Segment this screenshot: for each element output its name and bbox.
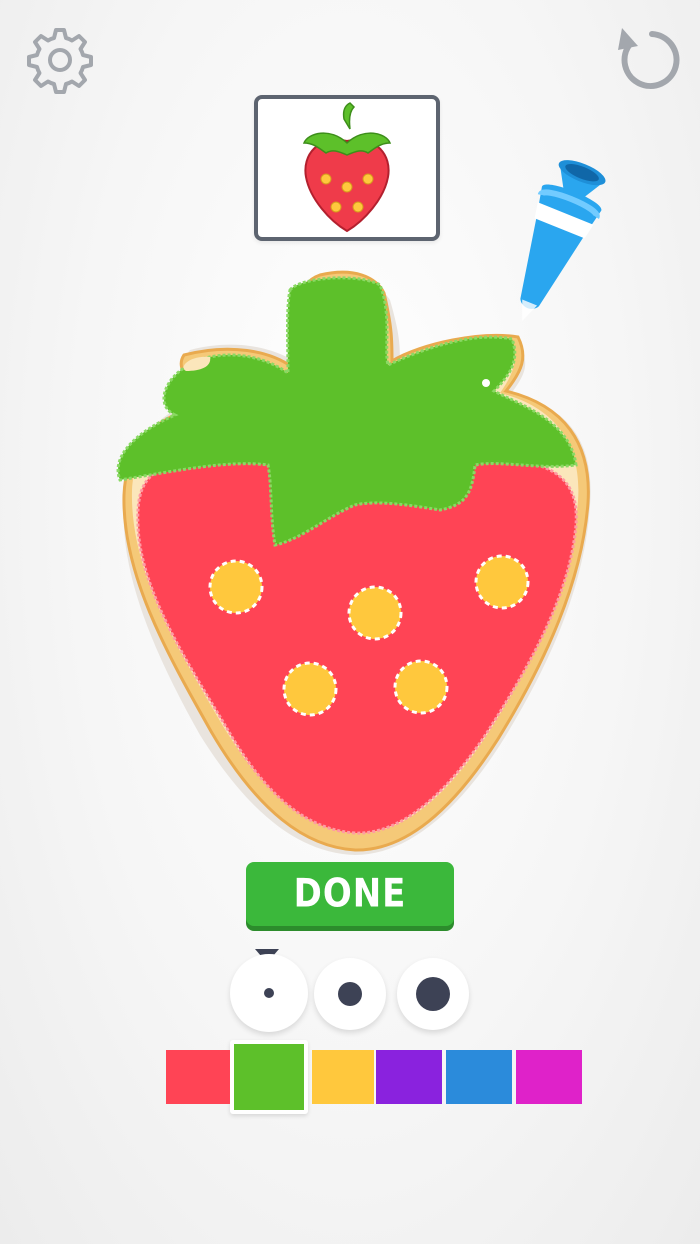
seed (393, 659, 449, 715)
done-button-label: DONE (293, 871, 407, 917)
seed (208, 559, 264, 615)
cookie-canvas[interactable] (100, 255, 610, 865)
brush-dot-large-icon (416, 977, 450, 1011)
restart-button[interactable] (608, 22, 680, 94)
seed (347, 585, 403, 641)
color-swatch-green[interactable] (234, 1044, 304, 1110)
target-preview-card (254, 95, 440, 241)
color-swatch-red[interactable] (166, 1050, 230, 1104)
color-swatch-yellow[interactable] (312, 1050, 374, 1104)
strawberry-body-paint (136, 457, 578, 835)
brush-cursor (480, 377, 492, 389)
brush-size-small[interactable] (230, 954, 308, 1032)
gear-icon (27, 28, 93, 94)
color-swatch-magenta[interactable] (516, 1050, 582, 1104)
done-button[interactable]: DONE (246, 862, 454, 926)
brush-dot-small-icon (264, 988, 274, 998)
piping-bag-icon (520, 160, 606, 322)
brush-size-large[interactable] (397, 958, 469, 1030)
brush-dot-medium-icon (338, 982, 362, 1006)
color-swatch-purple[interactable] (376, 1050, 442, 1104)
seed (474, 554, 530, 610)
seed (282, 661, 338, 717)
restart-icon (618, 28, 680, 89)
settings-button[interactable] (26, 26, 94, 94)
color-swatch-blue[interactable] (446, 1050, 512, 1104)
brush-size-medium[interactable] (314, 958, 386, 1030)
strawberry-icon (302, 102, 392, 233)
